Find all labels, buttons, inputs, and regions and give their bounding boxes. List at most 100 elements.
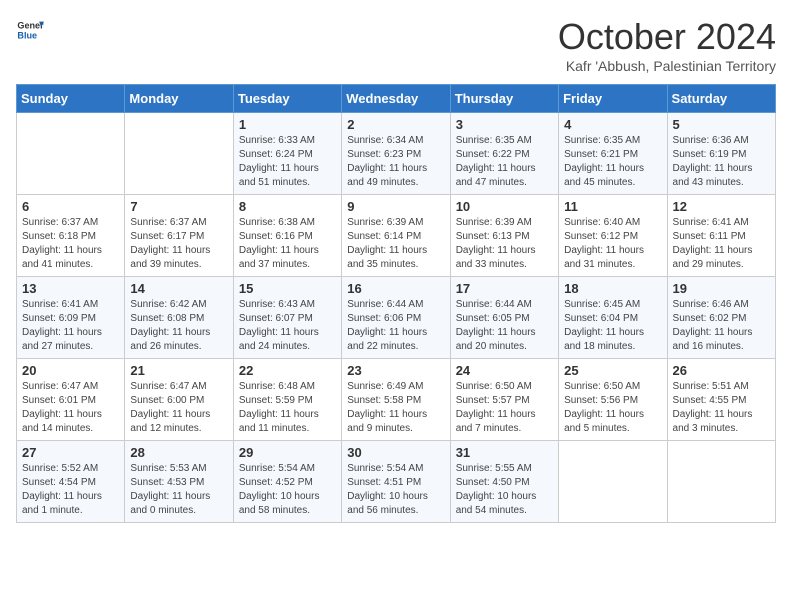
day-info: Sunrise: 6:44 AM Sunset: 6:06 PM Dayligh… — [347, 298, 444, 354]
day-number: 22 — [239, 363, 336, 378]
day-info: Sunrise: 5:52 AM Sunset: 4:54 PM Dayligh… — [22, 462, 119, 518]
day-info: Sunrise: 6:44 AM Sunset: 6:05 PM Dayligh… — [456, 298, 553, 354]
column-header-thursday: Thursday — [450, 85, 558, 113]
day-number: 15 — [239, 281, 336, 296]
day-info: Sunrise: 5:54 AM Sunset: 4:52 PM Dayligh… — [239, 462, 336, 518]
day-info: Sunrise: 6:47 AM Sunset: 6:00 PM Dayligh… — [130, 380, 227, 436]
day-info: Sunrise: 5:54 AM Sunset: 4:51 PM Dayligh… — [347, 462, 444, 518]
day-number: 9 — [347, 199, 444, 214]
day-info: Sunrise: 6:38 AM Sunset: 6:16 PM Dayligh… — [239, 216, 336, 272]
calendar-cell: 7 Sunrise: 6:37 AM Sunset: 6:17 PM Daylig… — [125, 195, 233, 277]
day-info: Sunrise: 5:51 AM Sunset: 4:55 PM Dayligh… — [673, 380, 770, 436]
day-number: 16 — [347, 281, 444, 296]
day-number: 2 — [347, 117, 444, 132]
day-number: 28 — [130, 445, 227, 460]
day-info: Sunrise: 6:37 AM Sunset: 6:17 PM Dayligh… — [130, 216, 227, 272]
column-header-saturday: Saturday — [667, 85, 775, 113]
calendar-cell: 20 Sunrise: 6:47 AM Sunset: 6:01 PM Dayli… — [17, 359, 125, 441]
day-info: Sunrise: 6:45 AM Sunset: 6:04 PM Dayligh… — [564, 298, 661, 354]
calendar-cell: 5 Sunrise: 6:36 AM Sunset: 6:19 PM Daylig… — [667, 113, 775, 195]
day-info: Sunrise: 6:33 AM Sunset: 6:24 PM Dayligh… — [239, 134, 336, 190]
calendar-cell — [17, 113, 125, 195]
day-number: 23 — [347, 363, 444, 378]
calendar-cell: 15Sunrise: 6:43 AM Sunset: 6:07 PM Dayli… — [233, 277, 341, 359]
calendar-cell: 22 Sunrise: 6:48 AM Sunset: 5:59 PM Dayli… — [233, 359, 341, 441]
calendar-cell: 27Sunrise: 5:52 AM Sunset: 4:54 PM Dayli… — [17, 441, 125, 523]
day-number: 25 — [564, 363, 661, 378]
calendar-cell: 2 Sunrise: 6:34 AM Sunset: 6:23 PM Daylig… — [342, 113, 450, 195]
calendar-cell: 1 Sunrise: 6:33 AM Sunset: 6:24 PM Daylig… — [233, 113, 341, 195]
calendar-header-row: SundayMondayTuesdayWednesdayThursdayFrid… — [17, 85, 776, 113]
day-info: Sunrise: 6:41 AM Sunset: 6:11 PM Dayligh… — [673, 216, 770, 272]
calendar-cell: 25 Sunrise: 6:50 AM Sunset: 5:56 PM Dayli… — [559, 359, 667, 441]
calendar-cell: 14Sunrise: 6:42 AM Sunset: 6:08 PM Dayli… — [125, 277, 233, 359]
calendar-cell: 28 Sunrise: 5:53 AM Sunset: 4:53 PM Dayli… — [125, 441, 233, 523]
day-number: 14 — [130, 281, 227, 296]
page-header: General Blue October 2024 Kafr 'Abbush, … — [16, 16, 776, 74]
day-number: 8 — [239, 199, 336, 214]
column-header-wednesday: Wednesday — [342, 85, 450, 113]
calendar-cell: 6 Sunrise: 6:37 AM Sunset: 6:18 PM Daylig… — [17, 195, 125, 277]
day-info: Sunrise: 6:41 AM Sunset: 6:09 PM Dayligh… — [22, 298, 119, 354]
calendar-cell: 23Sunrise: 6:49 AM Sunset: 5:58 PM Dayli… — [342, 359, 450, 441]
calendar-cell: 12 Sunrise: 6:41 AM Sunset: 6:11 PM Dayli… — [667, 195, 775, 277]
day-info: Sunrise: 6:40 AM Sunset: 6:12 PM Dayligh… — [564, 216, 661, 272]
calendar-cell: 19 Sunrise: 6:46 AM Sunset: 6:02 PM Dayli… — [667, 277, 775, 359]
calendar-cell: 3Sunrise: 6:35 AM Sunset: 6:22 PM Daylig… — [450, 113, 558, 195]
location-subtitle: Kafr 'Abbush, Palestinian Territory — [558, 58, 776, 74]
day-number: 5 — [673, 117, 770, 132]
day-number: 1 — [239, 117, 336, 132]
day-number: 4 — [564, 117, 661, 132]
calendar-week-row: 27Sunrise: 5:52 AM Sunset: 4:54 PM Dayli… — [17, 441, 776, 523]
calendar-cell: 31 Sunrise: 5:55 AM Sunset: 4:50 PM Dayli… — [450, 441, 558, 523]
day-info: Sunrise: 5:53 AM Sunset: 4:53 PM Dayligh… — [130, 462, 227, 518]
day-info: Sunrise: 6:48 AM Sunset: 5:59 PM Dayligh… — [239, 380, 336, 436]
day-number: 10 — [456, 199, 553, 214]
day-number: 7 — [130, 199, 227, 214]
day-info: Sunrise: 6:36 AM Sunset: 6:19 PM Dayligh… — [673, 134, 770, 190]
calendar-cell — [667, 441, 775, 523]
day-info: Sunrise: 5:55 AM Sunset: 4:50 PM Dayligh… — [456, 462, 553, 518]
day-number: 18 — [564, 281, 661, 296]
calendar-cell: 30 Sunrise: 5:54 AM Sunset: 4:51 PM Dayli… — [342, 441, 450, 523]
day-number: 31 — [456, 445, 553, 460]
day-info: Sunrise: 6:39 AM Sunset: 6:14 PM Dayligh… — [347, 216, 444, 272]
day-number: 13 — [22, 281, 119, 296]
calendar-table: SundayMondayTuesdayWednesdayThursdayFrid… — [16, 84, 776, 523]
calendar-week-row: 20 Sunrise: 6:47 AM Sunset: 6:01 PM Dayli… — [17, 359, 776, 441]
calendar-cell: 16 Sunrise: 6:44 AM Sunset: 6:06 PM Dayli… — [342, 277, 450, 359]
calendar-cell: 24 Sunrise: 6:50 AM Sunset: 5:57 PM Dayli… — [450, 359, 558, 441]
calendar-week-row: 13 Sunrise: 6:41 AM Sunset: 6:09 PM Dayli… — [17, 277, 776, 359]
column-header-sunday: Sunday — [17, 85, 125, 113]
day-info: Sunrise: 6:34 AM Sunset: 6:23 PM Dayligh… — [347, 134, 444, 190]
day-number: 12 — [673, 199, 770, 214]
calendar-cell: 21 Sunrise: 6:47 AM Sunset: 6:00 PM Dayli… — [125, 359, 233, 441]
calendar-cell: 26Sunrise: 5:51 AM Sunset: 4:55 PM Dayli… — [667, 359, 775, 441]
day-info: Sunrise: 6:37 AM Sunset: 6:18 PM Dayligh… — [22, 216, 119, 272]
day-info: Sunrise: 6:35 AM Sunset: 6:21 PM Dayligh… — [564, 134, 661, 190]
calendar-cell: 4 Sunrise: 6:35 AM Sunset: 6:21 PM Daylig… — [559, 113, 667, 195]
day-number: 20 — [22, 363, 119, 378]
day-number: 24 — [456, 363, 553, 378]
day-info: Sunrise: 6:47 AM Sunset: 6:01 PM Dayligh… — [22, 380, 119, 436]
calendar-week-row: 1 Sunrise: 6:33 AM Sunset: 6:24 PM Daylig… — [17, 113, 776, 195]
day-info: Sunrise: 6:50 AM Sunset: 5:56 PM Dayligh… — [564, 380, 661, 436]
day-number: 30 — [347, 445, 444, 460]
logo: General Blue — [16, 16, 44, 44]
column-header-monday: Monday — [125, 85, 233, 113]
day-number: 21 — [130, 363, 227, 378]
month-title: October 2024 — [558, 16, 776, 58]
calendar-cell: 8 Sunrise: 6:38 AM Sunset: 6:16 PM Daylig… — [233, 195, 341, 277]
day-info: Sunrise: 6:39 AM Sunset: 6:13 PM Dayligh… — [456, 216, 553, 272]
column-header-friday: Friday — [559, 85, 667, 113]
day-info: Sunrise: 6:46 AM Sunset: 6:02 PM Dayligh… — [673, 298, 770, 354]
calendar-week-row: 6 Sunrise: 6:37 AM Sunset: 6:18 PM Daylig… — [17, 195, 776, 277]
calendar-cell: 9 Sunrise: 6:39 AM Sunset: 6:14 PM Daylig… — [342, 195, 450, 277]
calendar-cell: 18 Sunrise: 6:45 AM Sunset: 6:04 PM Dayli… — [559, 277, 667, 359]
day-number: 6 — [22, 199, 119, 214]
day-info: Sunrise: 6:50 AM Sunset: 5:57 PM Dayligh… — [456, 380, 553, 436]
calendar-cell: 13 Sunrise: 6:41 AM Sunset: 6:09 PM Dayli… — [17, 277, 125, 359]
day-number: 29 — [239, 445, 336, 460]
calendar-cell: 17Sunrise: 6:44 AM Sunset: 6:05 PM Dayli… — [450, 277, 558, 359]
day-number: 19 — [673, 281, 770, 296]
